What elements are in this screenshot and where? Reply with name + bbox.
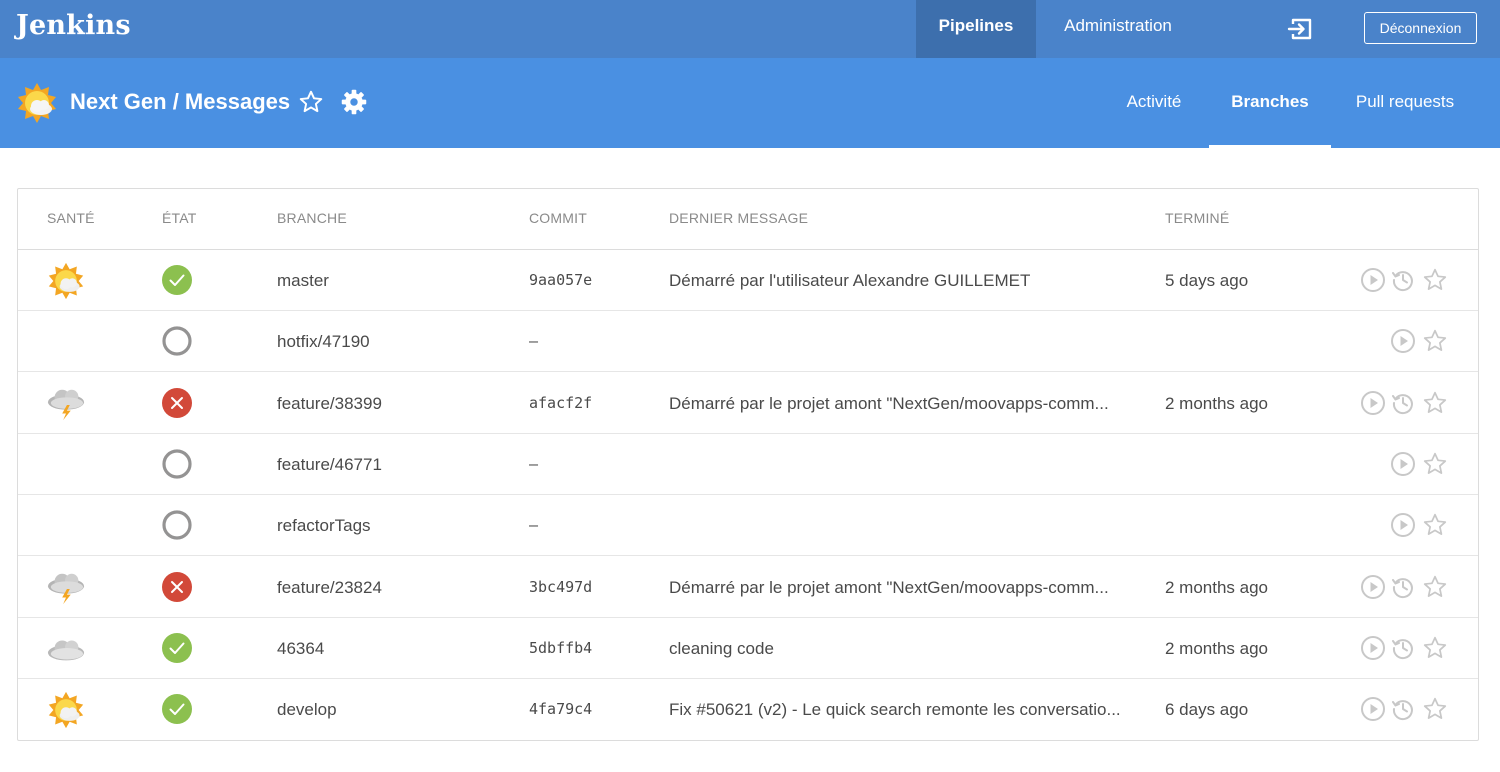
jenkins-logo[interactable]: Jenkins — [16, 10, 131, 41]
completed-time: 5 days ago — [1165, 271, 1249, 290]
history-icon[interactable] — [1390, 574, 1416, 600]
column-health: SANTÉ — [47, 210, 95, 226]
commit-id: – — [529, 332, 539, 351]
last-message: Démarré par le projet amont "NextGen/moo… — [669, 393, 1109, 413]
sunny-weather-icon — [16, 82, 58, 124]
last-message: Démarré par le projet amont "NextGen/moo… — [669, 577, 1109, 597]
cloudy-weather-icon — [46, 630, 86, 668]
table-header: SANTÉ ÉTAT BRANCHE COMMIT DERNIER MESSAG… — [18, 189, 1478, 250]
top-bar: Jenkins Pipelines Administration Déconne… — [0, 0, 1500, 58]
branch-name: hotfix/47190 — [277, 332, 370, 352]
history-icon[interactable] — [1390, 390, 1416, 416]
commit-id: 3bc497d — [529, 577, 593, 596]
commit-id: afacf2f — [529, 393, 593, 412]
branch-name: feature/46771 — [277, 454, 382, 474]
play-icon[interactable] — [1390, 451, 1416, 477]
success-check-icon — [161, 693, 193, 725]
star-icon[interactable] — [1422, 390, 1448, 416]
pipeline-header: Next Gen / Messages Activité Branches Pu… — [0, 58, 1500, 148]
star-icon[interactable] — [1422, 328, 1448, 354]
last-message: cleaning code — [669, 638, 774, 658]
table-row[interactable]: feature/38399 afacf2f Démarré par le proje… — [18, 373, 1478, 434]
branch-name: master — [277, 271, 329, 290]
storm-weather-icon — [46, 385, 86, 423]
star-icon[interactable] — [298, 89, 324, 115]
column-message: DERNIER MESSAGE — [669, 210, 809, 226]
completed-time: 6 days ago — [1165, 700, 1249, 720]
column-branch: BRANCHE — [277, 210, 347, 226]
failure-x-icon — [161, 571, 193, 603]
completed-time — [1165, 311, 1345, 372]
play-icon[interactable] — [1360, 574, 1386, 600]
last-message: Fix #50621 (v2) - Le quick search remont… — [669, 700, 1121, 720]
star-icon[interactable] — [1422, 635, 1448, 661]
table-row[interactable]: hotfix/47190 – — [18, 311, 1478, 373]
branch-name: refactorTags — [277, 516, 371, 536]
completed-time — [1165, 495, 1345, 556]
tab-activity[interactable]: Activité — [1100, 58, 1208, 148]
last-message — [669, 495, 1131, 556]
play-icon[interactable] — [1390, 512, 1416, 538]
success-check-icon — [161, 632, 193, 664]
star-icon[interactable] — [1422, 451, 1448, 477]
branch-name: feature/23824 — [277, 577, 382, 597]
play-icon[interactable] — [1360, 390, 1386, 416]
logout-button[interactable]: Déconnexion — [1364, 12, 1477, 44]
last-message: Démarré par l'utilisateur Alexandre GUIL… — [669, 271, 1031, 290]
sunny-weather-icon — [46, 691, 86, 729]
star-icon[interactable] — [1422, 512, 1448, 538]
table-row[interactable]: feature/46771 – — [18, 434, 1478, 495]
not-built-icon — [161, 325, 193, 357]
nav-pipelines[interactable]: Pipelines — [916, 0, 1036, 58]
commit-id: 4fa79c4 — [529, 700, 593, 719]
failure-x-icon — [161, 387, 193, 419]
play-icon[interactable] — [1360, 267, 1386, 293]
branch-name: feature/38399 — [277, 393, 382, 413]
commit-id: 5dbffb4 — [529, 638, 593, 657]
play-icon[interactable] — [1360, 696, 1386, 722]
column-completed: TERMINÉ — [1165, 210, 1230, 226]
history-icon[interactable] — [1390, 696, 1416, 722]
last-message — [669, 434, 1131, 495]
not-built-icon — [161, 448, 193, 480]
column-commit: COMMIT — [529, 210, 587, 226]
page-title: Next Gen / Messages — [70, 89, 291, 114]
history-icon[interactable] — [1390, 635, 1416, 661]
history-icon[interactable] — [1390, 267, 1416, 293]
table-row[interactable]: feature/23824 3bc497d Démarré par le proje… — [18, 557, 1478, 618]
commit-id: – — [529, 454, 539, 473]
play-icon[interactable] — [1360, 635, 1386, 661]
table-row[interactable]: refactorTags – — [18, 495, 1478, 557]
gear-icon[interactable] — [340, 88, 368, 116]
completed-time: 2 months ago — [1165, 638, 1269, 658]
star-icon[interactable] — [1422, 574, 1448, 600]
star-icon[interactable] — [1422, 696, 1448, 722]
play-icon[interactable] — [1390, 328, 1416, 354]
success-check-icon — [161, 264, 193, 296]
not-built-icon — [161, 509, 193, 541]
branch-name: 46364 — [277, 638, 325, 658]
table-row[interactable]: develop 4fa79c4 Fix #50621 (v2) - Le quick… — [18, 679, 1478, 740]
column-state: ÉTAT — [162, 210, 197, 226]
completed-time: 2 months ago — [1165, 577, 1269, 597]
storm-weather-icon — [46, 569, 86, 607]
tab-pull-requests[interactable]: Pull requests — [1332, 58, 1478, 148]
last-message — [669, 311, 1131, 372]
commit-id: 9aa057e — [529, 271, 593, 289]
branches-table: SANTÉ ÉTAT BRANCHE COMMIT DERNIER MESSAG… — [17, 188, 1479, 741]
nav-administration[interactable]: Administration — [1042, 0, 1194, 58]
star-icon[interactable] — [1422, 267, 1448, 293]
completed-time — [1165, 434, 1345, 495]
sunny-weather-icon — [46, 262, 86, 300]
tab-branches[interactable]: Branches — [1209, 58, 1331, 148]
exit-icon[interactable] — [1284, 12, 1318, 46]
branch-name: develop — [277, 700, 337, 720]
completed-time: 2 months ago — [1165, 393, 1269, 413]
table-row[interactable]: 46364 5dbffb4 cleaning code 2 months ago — [18, 618, 1478, 679]
commit-id: – — [529, 516, 539, 535]
table-row[interactable]: master 9aa057e Démarré par l'utilisateur A… — [18, 250, 1478, 311]
